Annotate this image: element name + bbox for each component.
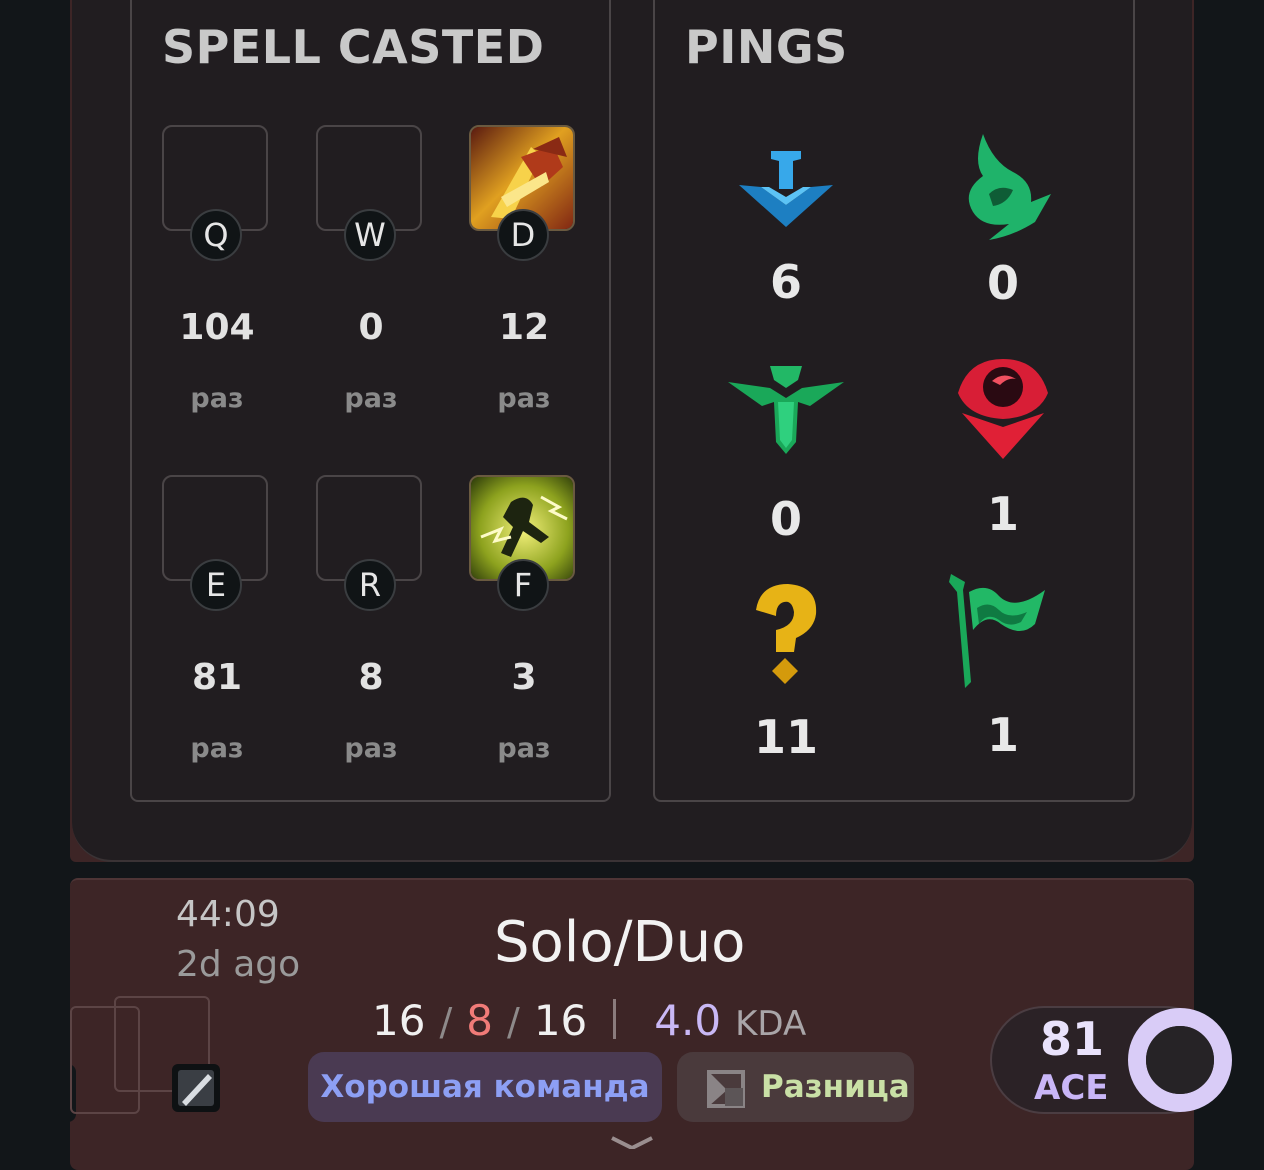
ping-assist-me: 0: [938, 132, 1068, 310]
spell-unit: раз: [190, 733, 244, 764]
kda-ratio: 4.0: [654, 996, 722, 1045]
ping-count: 1: [986, 708, 1019, 762]
spell-unit: раз: [497, 383, 551, 414]
spell-unit: раз: [190, 383, 244, 414]
spell-key-badge: Q: [190, 209, 242, 261]
match-duration: 44:09: [176, 894, 280, 935]
kda-label: KDA: [735, 1004, 807, 1044]
enemy-vision-ping-icon: [958, 359, 1048, 459]
ace-score: 81: [1040, 1012, 1105, 1066]
on-my-way-ping-icon: [739, 151, 833, 227]
spell-unit: раз: [344, 383, 398, 414]
spell-casted-title: SPELL CASTED: [162, 20, 545, 74]
spell-count: 104: [179, 307, 255, 348]
spell-unit: раз: [497, 733, 551, 764]
spell-count: 12: [498, 307, 550, 348]
pings-title: PINGS: [685, 20, 848, 74]
ping-enemy-vision: 1: [938, 357, 1068, 541]
ping-count: 1: [986, 487, 1019, 541]
assist-me-ping-icon: [968, 134, 1051, 240]
rune-icon: [170, 1062, 222, 1118]
pings-panel: PINGS 6 0 0 1 11 1: [653, 0, 1135, 802]
spell-key-badge: D: [497, 209, 549, 261]
spell-key-badge: F: [497, 559, 549, 611]
ping-missing: 11: [721, 582, 851, 764]
ping-need-vision-flag: 1: [938, 572, 1068, 762]
expand-chevron-icon[interactable]: [610, 1134, 654, 1153]
kda-separator: /: [507, 1000, 520, 1044]
spell-count: 81: [191, 657, 243, 698]
spell-count: 3: [511, 657, 537, 698]
performance-ring-center: [1146, 1026, 1214, 1094]
difference-icon: [707, 1070, 745, 1108]
assists-value: 16: [533, 996, 588, 1045]
spell-key-badge: R: [344, 559, 396, 611]
match-time-ago: 2d ago: [176, 944, 301, 985]
kda-line: 16 / 8 / 16 4.0 KDA: [372, 996, 806, 1045]
difference-label: Разница: [761, 1069, 910, 1105]
spell-unit: раз: [344, 733, 398, 764]
spell-casted-panel: SPELL CASTED Q 104 раз W 0 раз D 12 раз …: [130, 0, 611, 802]
ping-push: 0: [721, 362, 851, 546]
push-ping-icon: [728, 366, 844, 454]
spell-count: 0: [358, 307, 384, 348]
queue-type: Solo/Duo: [494, 910, 746, 975]
good-team-label: Хорошая команда: [320, 1069, 650, 1105]
ace-label: ACE: [1034, 1068, 1109, 1108]
ping-count: 0: [769, 492, 802, 546]
spell-key-badge: E: [190, 559, 242, 611]
missing-ping-icon: [756, 584, 817, 684]
kda-divider: [613, 999, 617, 1039]
ping-count: 0: [986, 256, 1019, 310]
good-team-tag[interactable]: Хорошая команда: [308, 1052, 662, 1122]
ping-count: 6: [769, 255, 802, 309]
difference-tag[interactable]: Разница: [677, 1052, 914, 1122]
need-vision-flag-ping-icon: [949, 574, 1045, 688]
spell-key-badge: W: [344, 209, 396, 261]
deaths-value: 8: [466, 996, 493, 1045]
ping-count: 11: [753, 710, 818, 764]
kills-value: 16: [372, 996, 426, 1045]
ping-on-my-way: 6: [721, 147, 851, 309]
kda-separator: /: [439, 1000, 453, 1044]
spell-count: 8: [358, 657, 384, 698]
